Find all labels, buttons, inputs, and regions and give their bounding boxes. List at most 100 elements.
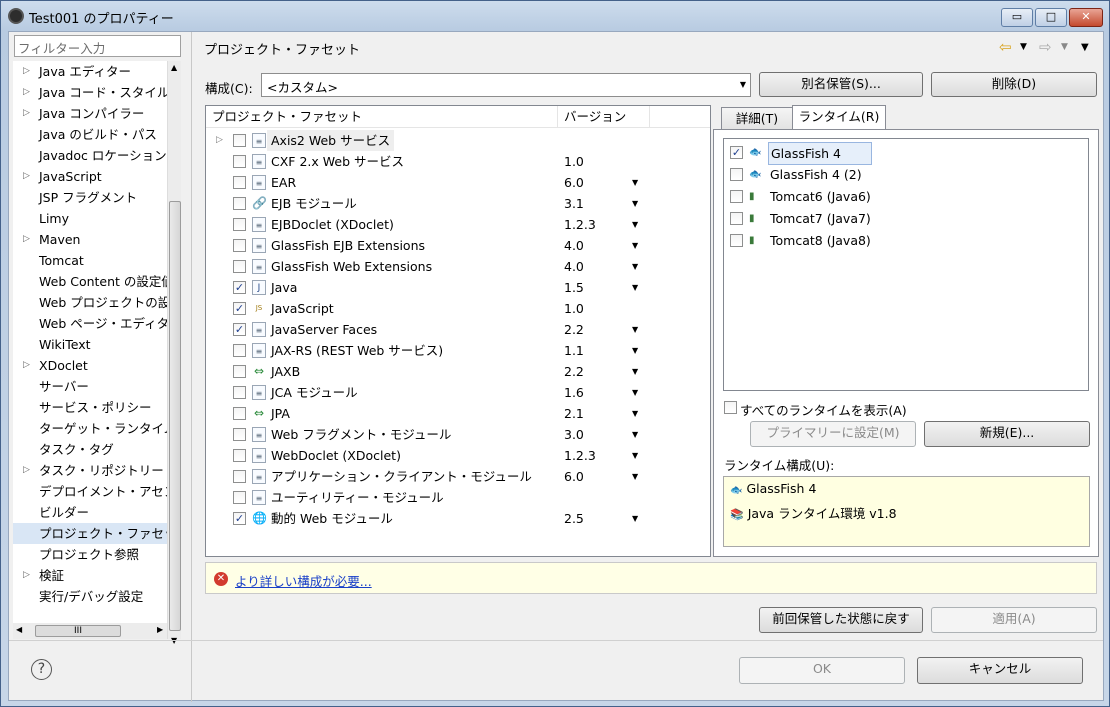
runtime-checkbox[interactable]: [730, 190, 743, 203]
table-row[interactable]: ≡ ユーティリティー・モジュール: [206, 487, 710, 508]
filter-input[interactable]: フィルター入力: [14, 35, 181, 57]
expand-arrow-icon[interactable]: ▷: [23, 103, 30, 124]
table-row[interactable]: ≡ アプリケーション・クライアント・モジュール 6.0 ▼: [206, 466, 710, 487]
tree-item[interactable]: Web プロジェクトの設: [13, 292, 173, 313]
scroll-up-icon[interactable]: ▲: [171, 63, 177, 72]
runtime-checkbox[interactable]: [730, 234, 743, 247]
expand-arrow-icon[interactable]: ▷: [23, 229, 30, 250]
tree-item[interactable]: WikiText: [13, 334, 173, 355]
table-row[interactable]: ⇔ JPA 2.1 ▼: [206, 403, 710, 424]
tree-item[interactable]: デプロイメント・アセン: [13, 481, 173, 502]
version-dropdown-icon[interactable]: ▼: [632, 508, 638, 529]
help-icon[interactable]: ?: [31, 659, 52, 680]
version-dropdown-icon[interactable]: ▼: [632, 382, 638, 403]
version-dropdown-icon[interactable]: ▼: [632, 277, 638, 298]
pane-divider[interactable]: [191, 32, 192, 702]
facet-checkbox[interactable]: [233, 197, 246, 210]
restore-defaults-button[interactable]: 前回保管した状態に戻す: [759, 607, 923, 633]
table-row[interactable]: ⇔ JAXB 2.2 ▼: [206, 361, 710, 382]
minimize-button[interactable]: ▭: [1001, 8, 1033, 27]
col-header-version[interactable]: バージョン: [558, 106, 650, 128]
maximize-button[interactable]: □: [1035, 8, 1067, 27]
cancel-button[interactable]: キャンセル: [917, 657, 1083, 684]
table-row[interactable]: ≡ WebDoclet (XDoclet) 1.2.3 ▼: [206, 445, 710, 466]
facet-checkbox[interactable]: [233, 470, 246, 483]
facet-checkbox[interactable]: [233, 428, 246, 441]
table-row[interactable]: ≡ EAR 6.0 ▼: [206, 172, 710, 193]
tree-item[interactable]: ▷ Java エディター: [13, 61, 173, 82]
version-dropdown-icon[interactable]: ▼: [632, 193, 638, 214]
runtime-checkbox[interactable]: ✓: [730, 146, 743, 159]
facet-checkbox[interactable]: [233, 449, 246, 462]
expand-arrow-icon[interactable]: ▷: [216, 130, 223, 151]
make-primary-button[interactable]: プライマリーに設定(M): [750, 421, 916, 447]
expand-arrow-icon[interactable]: ▷: [23, 61, 30, 82]
version-dropdown-icon[interactable]: ▼: [632, 445, 638, 466]
facet-checkbox[interactable]: ✓: [233, 323, 246, 336]
runtime-checkbox[interactable]: [730, 168, 743, 181]
version-dropdown-icon[interactable]: ▼: [632, 319, 638, 340]
tree-item[interactable]: Web Content の設定値: [13, 271, 173, 292]
tree-item[interactable]: Java のビルド・パス: [13, 124, 173, 145]
back-menu-icon[interactable]: ▼: [1020, 42, 1027, 52]
save-as-button[interactable]: 別名保管(S)...: [759, 72, 923, 97]
table-row[interactable]: ≡ JCA モジュール 1.6 ▼: [206, 382, 710, 403]
facet-checkbox[interactable]: [233, 155, 246, 168]
show-all-checkbox[interactable]: [724, 401, 737, 414]
close-button[interactable]: ✕: [1069, 8, 1103, 27]
tree-item[interactable]: Javadoc ロケーション: [13, 145, 173, 166]
runtime-row[interactable]: ✓ 🐟 GlassFish 4: [724, 142, 1088, 165]
facet-checkbox[interactable]: [233, 344, 246, 357]
facet-checkbox[interactable]: [233, 176, 246, 189]
facet-checkbox[interactable]: [233, 386, 246, 399]
tree-item[interactable]: プロジェクト・ファセッ: [13, 523, 173, 544]
version-dropdown-icon[interactable]: ▼: [632, 172, 638, 193]
facet-checkbox[interactable]: [233, 365, 246, 378]
tree-item[interactable]: ▷ タスク・リポジトリー: [13, 460, 173, 481]
table-row[interactable]: 🔗 EJB モジュール 3.1 ▼: [206, 193, 710, 214]
table-row[interactable]: ✓ J Java 1.5 ▼: [206, 277, 710, 298]
facet-checkbox[interactable]: [233, 218, 246, 231]
facet-checkbox[interactable]: [233, 491, 246, 504]
facet-checkbox[interactable]: [233, 239, 246, 252]
runtime-row[interactable]: ▮ Tomcat8 (Java8): [724, 230, 1088, 251]
tree-horizontal-scrollbar[interactable]: ◀ III ▶: [13, 623, 167, 639]
tree-item[interactable]: ターゲット・ランタイム: [13, 418, 173, 439]
tree-vertical-scrollbar[interactable]: ▲ ▼: [167, 61, 181, 645]
version-dropdown-icon[interactable]: ▼: [632, 235, 638, 256]
version-dropdown-icon[interactable]: ▼: [632, 466, 638, 487]
table-row[interactable]: ✓ ≡ JavaServer Faces 2.2 ▼: [206, 319, 710, 340]
tree-item[interactable]: ビルダー: [13, 502, 173, 523]
table-row[interactable]: ≡ JAX-RS (REST Web サービス) 1.1 ▼: [206, 340, 710, 361]
facet-checkbox[interactable]: ✓: [233, 302, 246, 315]
tree-item[interactable]: ▷ 検証: [13, 565, 173, 586]
facet-checkbox[interactable]: [233, 260, 246, 273]
tree-item[interactable]: Limy: [13, 208, 173, 229]
expand-arrow-icon[interactable]: ▷: [23, 460, 30, 481]
runtime-row[interactable]: 🐟 GlassFish 4 (2): [724, 164, 1088, 185]
apply-button[interactable]: 適用(A): [931, 607, 1097, 633]
table-row[interactable]: ▷ ≡ Axis2 Web サービス: [206, 130, 710, 151]
table-row[interactable]: ≡ Web フラグメント・モジュール 3.0 ▼: [206, 424, 710, 445]
hscroll-thumb[interactable]: III: [35, 625, 121, 637]
tree-item[interactable]: サーバー: [13, 376, 173, 397]
table-row[interactable]: ≡ GlassFish EJB Extensions 4.0 ▼: [206, 235, 710, 256]
table-row[interactable]: ≡ CXF 2.x Web サービス 1.0: [206, 151, 710, 172]
expand-arrow-icon[interactable]: ▷: [23, 82, 30, 103]
more-config-link[interactable]: より詳しい構成が必要...: [235, 571, 372, 590]
runtime-row[interactable]: ▮ Tomcat7 (Java7): [724, 208, 1088, 229]
ok-button[interactable]: OK: [739, 657, 905, 684]
tree-item[interactable]: プロジェクト参照: [13, 544, 173, 565]
facet-checkbox[interactable]: [233, 134, 246, 147]
tab-details[interactable]: 詳細(T): [721, 107, 793, 130]
version-dropdown-icon[interactable]: ▼: [632, 214, 638, 235]
tree-item[interactable]: JSP フラグメント: [13, 187, 173, 208]
version-dropdown-icon[interactable]: ▼: [632, 340, 638, 361]
facet-checkbox[interactable]: [233, 407, 246, 420]
expand-arrow-icon[interactable]: ▷: [23, 565, 30, 586]
forward-arrow-icon[interactable]: ⇨: [1039, 38, 1052, 56]
new-runtime-button[interactable]: 新規(E)...: [924, 421, 1090, 447]
version-dropdown-icon[interactable]: ▼: [632, 361, 638, 382]
col-header-facet[interactable]: プロジェクト・ファセット: [206, 106, 558, 128]
version-dropdown-icon[interactable]: ▼: [632, 424, 638, 445]
